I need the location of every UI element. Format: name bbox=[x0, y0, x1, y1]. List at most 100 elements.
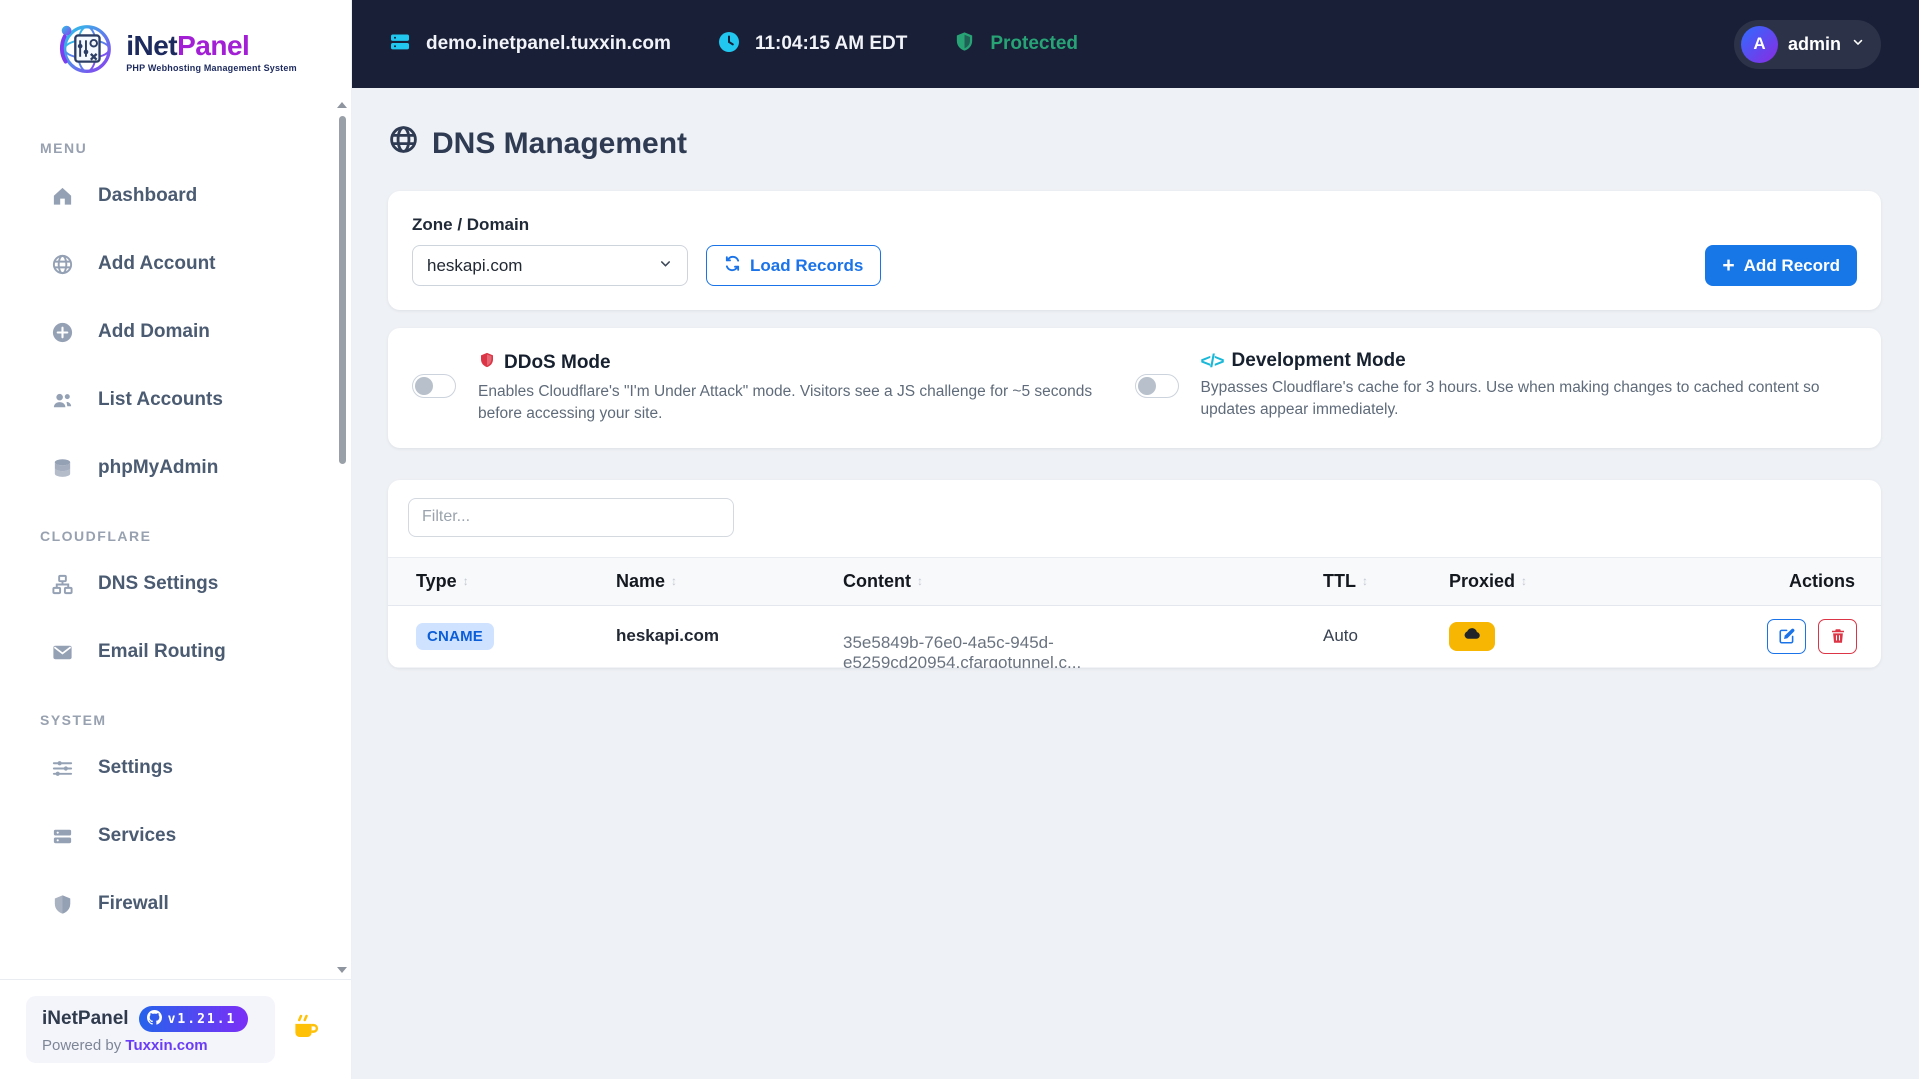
topbar-hostname: demo.inetpanel.tuxxin.com bbox=[426, 33, 671, 54]
topbar-time: 11:04:15 AM EDT bbox=[754, 33, 908, 54]
powered-by-text: Powered by bbox=[42, 1037, 122, 1054]
sidebar-item-add-domain[interactable]: Add Domain bbox=[0, 298, 351, 366]
page-content: DNS Management Zone / Domain heskapi.com… bbox=[352, 88, 1919, 1079]
app-root: iNetPanel PHP Webhosting Management Syst… bbox=[0, 0, 1919, 1079]
topbar: demo.inetpanel.tuxxin.com 11:04:15 AM ED… bbox=[352, 0, 1919, 88]
sidebar-item-dashboard[interactable]: Dashboard bbox=[0, 162, 351, 230]
globe-icon bbox=[50, 252, 74, 276]
sidebar: iNetPanel PHP Webhosting Management Syst… bbox=[0, 0, 352, 1079]
records-card: Type↕ Name↕ Content↕ TTL↕ Proxied↕ Actio… bbox=[388, 479, 1881, 668]
column-header-actions: Actions bbox=[1788, 570, 1855, 591]
users-icon bbox=[50, 388, 74, 412]
column-header-proxied[interactable]: Proxied ↕ bbox=[1421, 571, 1681, 592]
column-header-name[interactable]: Name ↕ bbox=[588, 571, 815, 592]
chevron-down-icon bbox=[1851, 35, 1865, 54]
record-name: heskapi.com bbox=[616, 626, 719, 646]
sidebar-item-dns-settings[interactable]: DNS Settings bbox=[0, 550, 351, 618]
nav-section-cloudflare: CLOUDFLARE bbox=[40, 528, 152, 544]
ddos-mode-title: DDoS Mode bbox=[504, 352, 611, 373]
chevron-down-icon bbox=[658, 256, 673, 276]
sort-icon: ↕ bbox=[916, 574, 923, 589]
zone-card: Zone / Domain heskapi.com Load Records + bbox=[388, 191, 1881, 310]
sort-icon: ↕ bbox=[462, 574, 469, 589]
modes-card: DDoS Mode Enables Cloudflare's "I'm Unde… bbox=[388, 328, 1881, 448]
ddos-mode-toggle[interactable] bbox=[412, 374, 456, 398]
column-header-type[interactable]: Type ↕ bbox=[388, 571, 588, 592]
tuxxin-link[interactable]: Tuxxin.com bbox=[125, 1037, 207, 1054]
cloud-icon bbox=[1462, 623, 1483, 649]
github-icon bbox=[146, 1009, 162, 1029]
ddos-mode-block: DDoS Mode Enables Cloudflare's "I'm Unde… bbox=[412, 350, 1135, 426]
user-menu[interactable]: A admin bbox=[1733, 19, 1881, 69]
globe-title-icon bbox=[388, 124, 419, 163]
ddos-shield-icon bbox=[478, 350, 496, 376]
protected-shield-icon bbox=[953, 30, 976, 58]
record-ttl: Auto bbox=[1323, 626, 1358, 646]
main-area: demo.inetpanel.tuxxin.com 11:04:15 AM ED… bbox=[352, 0, 1919, 1079]
nav-section-system: SYSTEM bbox=[40, 712, 107, 728]
add-record-button[interactable]: + Add Record bbox=[1705, 245, 1857, 286]
sidebar-item-services[interactable]: Services bbox=[0, 802, 351, 870]
sort-icon: ↕ bbox=[1362, 574, 1368, 589]
sort-icon: ↕ bbox=[1521, 574, 1528, 589]
column-header-content[interactable]: Content ↕ bbox=[815, 571, 1295, 592]
sitemap-icon bbox=[50, 572, 74, 596]
version-badge[interactable]: v1.21.1 bbox=[138, 1006, 249, 1032]
table-row: CNAME heskapi.com 35e5849b-76e0-4a5c-945… bbox=[388, 606, 1881, 668]
development-mode-block: </> Development Mode Bypasses Cloudflare… bbox=[1134, 350, 1858, 426]
nav-section-menu: MENU bbox=[40, 140, 88, 156]
scroll-down-icon[interactable] bbox=[337, 967, 347, 973]
server-icon bbox=[50, 824, 74, 848]
record-type-badge: CNAME bbox=[416, 622, 494, 650]
envelope-icon bbox=[50, 640, 74, 664]
load-records-button[interactable]: Load Records bbox=[706, 245, 882, 286]
development-mode-title: Development Mode bbox=[1231, 350, 1406, 371]
record-content: 35e5849b-76e0-4a5c-945d-e5259cd20954.cfa… bbox=[843, 633, 1082, 668]
user-name: admin bbox=[1787, 33, 1841, 54]
server-host-icon bbox=[388, 30, 412, 59]
zone-select[interactable]: heskapi.com bbox=[412, 245, 688, 286]
plus-circle-icon bbox=[50, 320, 74, 344]
sidebar-item-list-accounts[interactable]: List Accounts bbox=[0, 366, 351, 434]
plus-icon: + bbox=[1722, 254, 1735, 277]
version-label: v1.21.1 bbox=[167, 1011, 237, 1027]
shield-icon bbox=[50, 892, 74, 916]
sliders-icon bbox=[50, 756, 74, 780]
proxied-badge bbox=[1449, 621, 1495, 651]
sidebar-item-email-routing[interactable]: Email Routing bbox=[0, 618, 351, 686]
coffee-icon[interactable] bbox=[291, 1012, 321, 1047]
brand-tagline: PHP Webhosting Management System bbox=[126, 62, 297, 73]
ddos-mode-description: Enables Cloudflare's "I'm Under Attack" … bbox=[478, 383, 1093, 423]
sidebar-nav: MENU Dashboard Add Account Add Domain Li… bbox=[0, 96, 351, 979]
code-icon: </> bbox=[1200, 350, 1225, 371]
footer-app-name: iNetPanel bbox=[42, 1008, 129, 1029]
database-icon bbox=[50, 456, 74, 480]
scroll-up-icon[interactable] bbox=[337, 102, 347, 108]
avatar: A bbox=[1740, 25, 1778, 63]
refresh-icon bbox=[724, 255, 741, 277]
page-title: DNS Management bbox=[388, 124, 1881, 163]
brand-logo-icon bbox=[54, 19, 116, 86]
sidebar-item-firewall[interactable]: Firewall bbox=[0, 870, 351, 938]
brand-logo[interactable]: iNetPanel PHP Webhosting Management Syst… bbox=[0, 0, 351, 96]
protected-status: Protected bbox=[990, 33, 1078, 54]
edit-record-button[interactable] bbox=[1767, 618, 1806, 654]
sidebar-footer: iNetPanel v1.21.1 Powered by Tuxxin.com bbox=[0, 979, 351, 1079]
sort-icon: ↕ bbox=[671, 574, 678, 589]
sidebar-scrollbar[interactable] bbox=[336, 102, 348, 973]
zone-select-value: heskapi.com bbox=[427, 255, 523, 275]
version-card: iNetPanel v1.21.1 Powered by Tuxxin.com bbox=[26, 996, 275, 1063]
delete-record-button[interactable] bbox=[1818, 618, 1857, 654]
filter-input[interactable] bbox=[408, 497, 734, 537]
sidebar-item-settings[interactable]: Settings bbox=[0, 734, 351, 802]
sidebar-item-add-account[interactable]: Add Account bbox=[0, 230, 351, 298]
development-mode-toggle[interactable] bbox=[1134, 374, 1179, 398]
sidebar-item-phpmyadmin[interactable]: phpMyAdmin bbox=[0, 434, 351, 502]
home-icon bbox=[50, 184, 74, 208]
column-header-ttl[interactable]: TTL ↕ bbox=[1295, 571, 1421, 592]
development-mode-description: Bypasses Cloudflare's cache for 3 hours.… bbox=[1200, 379, 1820, 419]
brand-wordmark: iNetPanel PHP Webhosting Management Syst… bbox=[126, 29, 297, 73]
brand-name-panel: Panel bbox=[177, 29, 250, 61]
scrollbar-thumb[interactable] bbox=[338, 116, 346, 464]
clock-icon bbox=[717, 30, 741, 59]
